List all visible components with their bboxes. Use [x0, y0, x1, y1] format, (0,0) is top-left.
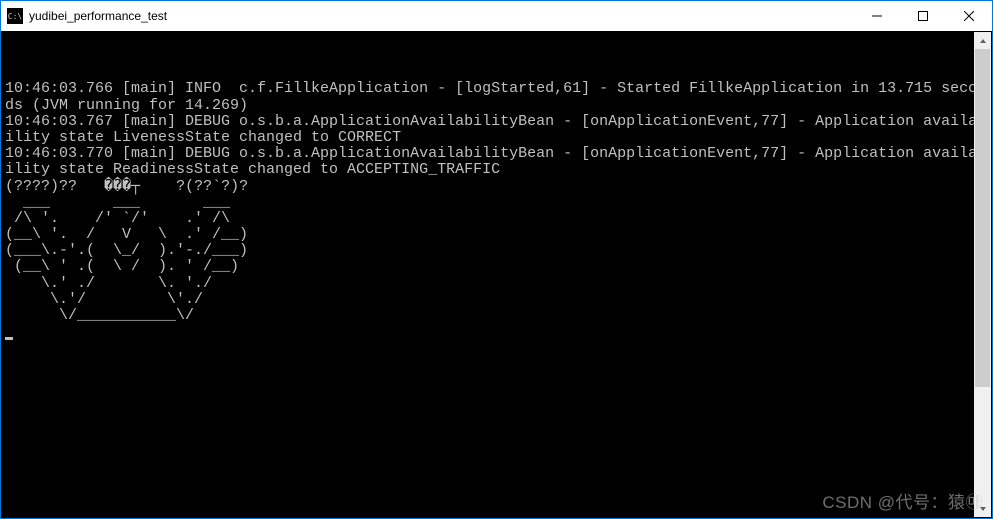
window-frame: C:\ yudibei_performance_test 10:46:03.76…: [1, 1, 992, 518]
maximize-button[interactable]: [900, 1, 946, 31]
scroll-track[interactable]: [974, 49, 991, 500]
cursor: [5, 337, 13, 340]
console-output[interactable]: 10:46:03.766 [main] INFO c.f.FillkeAppli…: [1, 31, 992, 518]
scroll-thumb[interactable]: [975, 49, 990, 387]
titlebar-left: C:\ yudibei_performance_test: [1, 8, 167, 24]
console-icon: C:\: [7, 8, 23, 24]
scroll-down-arrow-icon[interactable]: [974, 500, 991, 517]
window-controls: [854, 1, 992, 31]
minimize-button[interactable]: [854, 1, 900, 31]
close-button[interactable]: [946, 1, 992, 31]
window-title: yudibei_performance_test: [29, 9, 167, 23]
vertical-scrollbar[interactable]: [974, 32, 991, 517]
scroll-up-arrow-icon[interactable]: [974, 32, 991, 49]
titlebar[interactable]: C:\ yudibei_performance_test: [1, 1, 992, 31]
